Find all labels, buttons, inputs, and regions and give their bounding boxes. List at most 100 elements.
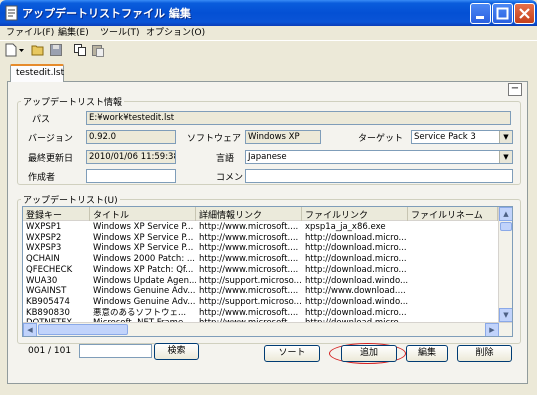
menu-options[interactable]: オプション(O) xyxy=(146,25,205,38)
target-select[interactable]: Service Pack 3 ▼ xyxy=(411,130,513,144)
close-button[interactable] xyxy=(514,3,535,24)
cell-key: WGAINST xyxy=(26,286,67,297)
info-group-title: アップデートリスト情報 xyxy=(21,95,125,108)
table-row[interactable]: WXPSP3 Windows XP Service P... http://www.… xyxy=(23,243,497,254)
toolbar xyxy=(0,40,537,58)
menu-bar: ファイル(F) 編集(E) ツール(T) オプション(O) xyxy=(0,24,537,39)
table-row[interactable]: QCHAIN Windows 2000 Patch: ... http://www.… xyxy=(23,254,497,265)
cell-info-link: http://support.microso... xyxy=(199,296,302,307)
maximize-icon xyxy=(496,7,509,20)
add-button[interactable]: 追加 xyxy=(341,345,397,362)
vertical-scrollbar[interactable]: ▲ ▼ xyxy=(498,207,512,322)
cell-key: KB905474 xyxy=(26,296,70,307)
maximize-button[interactable] xyxy=(492,3,513,24)
horizontal-scrollbar[interactable]: ◀ ▶ xyxy=(23,322,512,336)
table-row[interactable]: KB890830 悪意のあるソフトウェ... http://www.microsof… xyxy=(23,308,497,319)
author-input[interactable] xyxy=(86,169,176,183)
cell-key: WUA30 xyxy=(26,275,58,286)
table-row[interactable]: WUA30 Windows Update Agen... http://suppor… xyxy=(23,276,497,287)
column-header-title[interactable]: タイトル xyxy=(90,207,196,221)
cell-title: Windows XP Patch: Qf... xyxy=(93,264,194,275)
vertical-scroll-thumb[interactable] xyxy=(500,222,512,231)
cell-title: Windows XP Service P... xyxy=(93,243,194,254)
update-list[interactable]: 登録キー タイトル 詳細情報リンク ファイルリンク ファイルリネーム WXPSP… xyxy=(22,206,513,337)
collapse-button[interactable]: − xyxy=(508,83,522,96)
horizontal-scroll-thumb[interactable] xyxy=(38,324,128,335)
window-title: アップデートリストファイル 編集 xyxy=(22,7,191,20)
cell-file-link: http://download.micro... xyxy=(305,232,407,243)
list-group-title: アップデートリスト(U) xyxy=(21,193,120,206)
table-row[interactable]: WXPSP2 Windows XP Service P... http://www.… xyxy=(23,233,497,244)
minimize-icon xyxy=(476,16,484,19)
search-input[interactable] xyxy=(79,344,152,358)
open-folder-icon[interactable] xyxy=(31,43,45,57)
scroll-down-icon[interactable]: ▼ xyxy=(499,308,512,322)
sort-button[interactable]: ソート xyxy=(264,345,320,362)
title-bar: アップデートリストファイル 編集 xyxy=(0,0,537,26)
cell-info-link: http://www.microsoft.... xyxy=(199,232,299,243)
column-header-info-link[interactable]: 詳細情報リンク xyxy=(196,207,302,221)
updated-field: 2010/01/06 11:59:38 xyxy=(86,150,176,164)
paste-icon[interactable] xyxy=(91,43,105,57)
cell-title: 悪意のあるソフトウェ... xyxy=(93,307,187,318)
target-value: Service Pack 3 xyxy=(414,132,476,142)
cell-key: WXPSP3 xyxy=(26,243,62,254)
column-header-file-link[interactable]: ファイルリンク xyxy=(302,207,408,221)
cell-key: QFECHECK xyxy=(26,264,73,275)
tab-testedit[interactable]: testedit.lst xyxy=(10,64,64,82)
column-header-key[interactable]: 登録キー xyxy=(23,207,90,221)
cell-title: Windows XP Service P... xyxy=(93,222,194,232)
cell-file-link: http://download.micro... xyxy=(305,254,407,265)
cell-file-link: http://download.micro... xyxy=(305,307,407,318)
comment-input[interactable] xyxy=(245,169,513,183)
table-row[interactable]: WGAINST Windows Genuine Adv... http://www.… xyxy=(23,286,497,297)
cell-file-link: xpsp1a_ja_x86.exe xyxy=(305,222,386,232)
minimize-button[interactable] xyxy=(470,3,491,24)
cell-key: QCHAIN xyxy=(26,254,60,265)
software-field: Windows XP xyxy=(245,130,321,144)
scroll-left-icon[interactable]: ◀ xyxy=(23,323,37,336)
new-file-icon[interactable] xyxy=(4,43,18,57)
cell-info-link: http://www.microsoft.... xyxy=(199,307,299,318)
cell-key: WXPSP1 xyxy=(26,222,62,232)
menu-tools[interactable]: ツール(T) xyxy=(100,25,140,38)
list-header: 登録キー タイトル 詳細情報リンク ファイルリンク ファイルリネーム xyxy=(23,207,512,221)
version-label: バージョン xyxy=(28,134,73,144)
cell-file-link: http://download.micro... xyxy=(305,264,407,275)
menu-file[interactable]: ファイル(F) xyxy=(6,25,54,38)
edit-button[interactable]: 編集 xyxy=(406,345,448,362)
table-row[interactable]: KB905474 Windows Genuine Adv... http://sup… xyxy=(23,297,497,308)
save-icon[interactable] xyxy=(49,43,63,57)
cell-title: Windows Genuine Adv... xyxy=(93,296,196,307)
record-count: 001 / 101 xyxy=(28,346,72,356)
delete-button[interactable]: 削除 xyxy=(457,345,512,362)
table-row[interactable]: QFECHECK Windows XP Patch: Qf... http://ww… xyxy=(23,265,497,276)
scroll-right-icon[interactable]: ▶ xyxy=(485,323,499,336)
cell-key: WXPSP2 xyxy=(26,232,62,243)
table-row[interactable]: WXPSP1 Windows XP Service P... http://www.… xyxy=(23,222,497,233)
language-select[interactable]: Japanese ▼ xyxy=(245,150,513,164)
path-field: E:¥work¥testedit.lst xyxy=(86,111,511,125)
chevron-down-icon[interactable]: ▼ xyxy=(499,131,512,143)
cell-info-link: http://www.microsoft.... xyxy=(199,254,299,265)
cell-title: Windows Update Agen... xyxy=(93,275,196,286)
language-value: Japanese xyxy=(248,152,287,162)
cell-title: Windows XP Service P... xyxy=(93,232,194,243)
cell-info-link: http://www.microsoft.... xyxy=(199,286,299,297)
tab-label: testedit.lst xyxy=(16,68,65,78)
status-bar xyxy=(0,385,537,395)
author-label: 作成者 xyxy=(28,173,56,183)
menu-edit[interactable]: 編集(E) xyxy=(58,25,89,38)
search-button[interactable]: 検索 xyxy=(154,343,199,360)
cell-info-link: http://www.microsoft.... xyxy=(199,264,299,275)
cell-title: Windows Genuine Adv... xyxy=(93,286,196,297)
path-label: パス xyxy=(32,115,51,125)
copy-icon[interactable] xyxy=(73,43,87,57)
cell-file-link: http://www.download.... xyxy=(305,286,406,297)
cell-info-link: http://www.microsoft.... xyxy=(199,222,299,232)
dropdown-arrow-icon[interactable] xyxy=(18,43,25,57)
chevron-down-icon[interactable]: ▼ xyxy=(499,151,512,163)
target-label: ターゲット xyxy=(358,134,404,144)
scroll-up-icon[interactable]: ▲ xyxy=(499,207,512,221)
column-header-rename[interactable]: ファイルリネーム xyxy=(408,207,498,221)
